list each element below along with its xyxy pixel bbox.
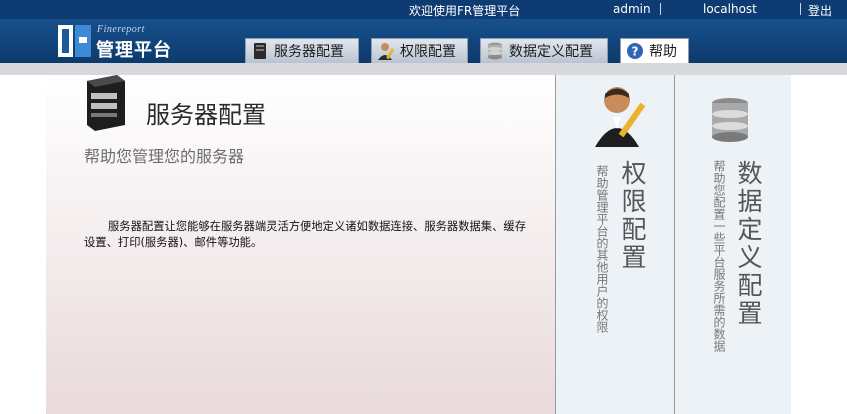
logout-link[interactable]: 登出	[808, 2, 832, 19]
welcome-text: 欢迎使用FR管理平台	[409, 4, 521, 18]
database-icon	[712, 98, 748, 142]
page-description: 服务器配置让您能够在服务器端灵活方便地定义诸如数据连接、服务器数据集、缓存设置、…	[84, 219, 532, 251]
host-link[interactable]: localhost	[703, 2, 757, 16]
tab-label: 服务器配置	[274, 44, 344, 60]
help-icon: ?	[627, 43, 643, 59]
tab-help[interactable]: ? 帮助	[620, 38, 689, 63]
user-pen-icon	[595, 87, 645, 147]
panel-subtitle: 帮助您配置一些平台服务所需的数据	[712, 160, 726, 352]
tab-server-config[interactable]: 服务器配置	[245, 38, 359, 63]
server-icon	[254, 43, 266, 59]
panel-title: 权限配置	[618, 160, 647, 272]
tab-label: 帮助	[649, 44, 677, 60]
tab-label: 权限配置	[400, 44, 456, 60]
user-pen-icon	[378, 43, 395, 60]
panel-title: 数据定义配置	[734, 160, 763, 328]
description-text: 服务器配置让您能够在服务器端灵活方便地定义诸如数据连接、服务器数据集、缓存设置、…	[84, 220, 526, 249]
top-bar: 欢迎使用FR管理平台 admin localhost 登出	[0, 0, 847, 19]
tab-data-definition-config[interactable]: 数据定义配置	[480, 38, 608, 63]
panel-subtitle: 帮助管理平台的其他用户的权限	[595, 165, 609, 333]
divider	[800, 3, 801, 15]
page-subtitle: 帮助您管理您的服务器	[84, 147, 245, 166]
divider	[660, 3, 661, 15]
page-title: 服务器配置	[146, 101, 266, 129]
tab-label: 数据定义配置	[509, 44, 593, 60]
divider-strip	[0, 63, 847, 75]
svg-text:?: ?	[632, 45, 639, 59]
user-link[interactable]: admin	[613, 2, 651, 16]
server-icon	[87, 75, 125, 131]
logo-subtext: Finereport	[97, 24, 145, 35]
finereport-logo-icon	[58, 25, 91, 57]
tab-permission-config[interactable]: 权限配置	[371, 38, 468, 63]
database-icon	[488, 42, 502, 60]
logo-title: 管理平台	[96, 40, 172, 61]
